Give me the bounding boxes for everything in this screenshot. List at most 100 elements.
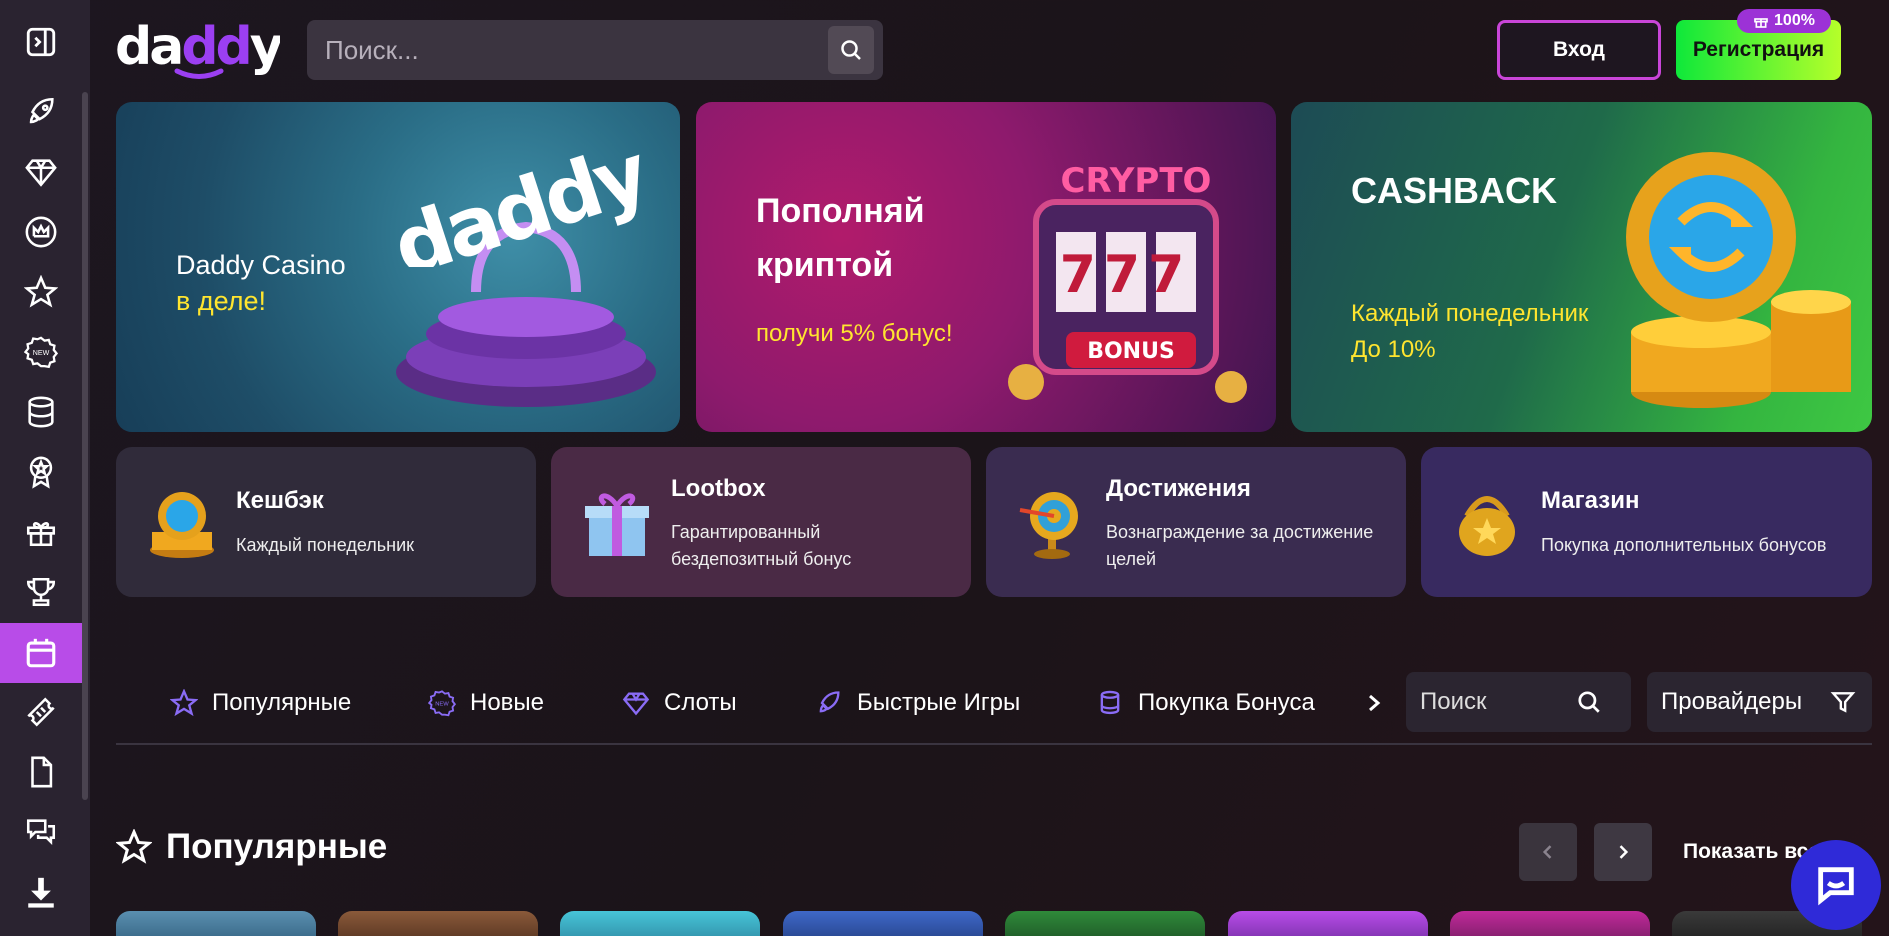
game-thumbnail[interactable] xyxy=(1005,911,1205,936)
tab-label: Покупка Бонуса xyxy=(1138,689,1315,716)
tab-fast-games[interactable]: Быстрые Игры xyxy=(815,683,1020,723)
star-icon xyxy=(170,689,198,717)
sidebar-item-database[interactable] xyxy=(0,384,82,440)
banner-2-title-line1: Пополняй xyxy=(756,192,925,230)
rocket-icon xyxy=(819,691,840,713)
promo-card-achievements[interactable]: Достижения Вознаграждение за достижение … xyxy=(986,447,1406,597)
providers-label: Провайдеры xyxy=(1661,688,1803,715)
promo-card-subtitle: Покупка дополнительных бонусов xyxy=(1541,535,1827,555)
gift-box-icon xyxy=(585,493,649,556)
tab-label: Слоты xyxy=(664,689,737,716)
sidebar-item-calendar[interactable] xyxy=(0,623,82,683)
game-thumbnail[interactable] xyxy=(116,911,316,936)
star-icon xyxy=(24,275,58,308)
banner-1-line1: Daddy Casino xyxy=(176,250,346,280)
search-button[interactable] xyxy=(828,26,874,74)
calendar-icon xyxy=(26,638,56,668)
sidebar-toggle-icon xyxy=(26,27,56,57)
tab-slots[interactable]: Слоты xyxy=(622,683,737,723)
tab-popular[interactable]: Популярные xyxy=(170,683,351,723)
top-hat-icon xyxy=(1100,690,1120,715)
banner-3-line1: Каждый понедельник xyxy=(1351,300,1589,327)
search-icon xyxy=(841,40,861,60)
promo-card-title: Достижения xyxy=(1106,475,1251,502)
shop-basket-icon xyxy=(1459,496,1515,556)
banner-1-line2: в деле! xyxy=(176,286,266,316)
filter-icon xyxy=(1830,692,1856,713)
sidebar-item-download[interactable] xyxy=(0,864,82,920)
carousel-next-button[interactable] xyxy=(1594,823,1652,881)
svg-text:CRYPTO: CRYPTO xyxy=(1061,161,1212,201)
login-button[interactable]: Вход xyxy=(1497,20,1661,80)
banner-daddy-casino[interactable]: daddy Daddy Casino в деле! xyxy=(116,102,680,432)
chevron-right-icon xyxy=(1619,845,1629,859)
promo-card-subtitle-line2: целей xyxy=(1106,549,1157,569)
live-chat-button[interactable] xyxy=(1791,840,1881,930)
promo-card-cashback[interactable]: Кешбэк Каждый понедельник xyxy=(116,447,536,597)
sidebar-scrollbar[interactable] xyxy=(82,92,88,800)
sidebar-item-achievements[interactable] xyxy=(0,444,82,500)
svg-text:NEW: NEW xyxy=(33,349,50,357)
tab-bonus-buy[interactable]: Покупка Бонуса xyxy=(1096,683,1315,723)
sidebar: NEW xyxy=(0,0,90,936)
banner-2-title: Пополняй криптой xyxy=(756,184,925,292)
banner-3-title: CASHBACK xyxy=(1351,170,1557,211)
promo-card-shop[interactable]: Магазин Покупка дополнительных бонусов xyxy=(1421,447,1872,597)
sidebar-toggle[interactable] xyxy=(0,14,82,70)
game-thumbnail[interactable] xyxy=(783,911,983,936)
providers-filter[interactable]: Провайдеры xyxy=(1647,672,1872,732)
sidebar-item-tournaments[interactable] xyxy=(0,564,82,620)
download-icon xyxy=(28,877,54,908)
crown-icon xyxy=(25,216,57,248)
register-badge-text: 100% xyxy=(1774,12,1815,29)
star-icon xyxy=(116,829,152,864)
database-icon xyxy=(28,396,54,428)
chat-icon xyxy=(26,819,56,845)
banner-crypto[interactable]: 777 BONUS CRYPTO Пополняй криптой получи… xyxy=(696,102,1276,432)
tab-label: Быстрые Игры xyxy=(857,689,1021,716)
sidebar-item-rules[interactable] xyxy=(0,744,82,800)
gift-icon xyxy=(26,522,56,547)
search-icon[interactable] xyxy=(1576,689,1602,715)
carousel-prev-button[interactable] xyxy=(1519,823,1577,881)
sidebar-item-bonuses[interactable] xyxy=(0,504,82,560)
tabs-divider xyxy=(116,743,1872,745)
banner-2-subtitle: получи 5% бонус! xyxy=(756,320,953,347)
new-badge-icon: NEW xyxy=(428,690,456,717)
svg-text:777: 777 xyxy=(1060,245,1193,305)
site-logo[interactable]: daddy xyxy=(115,16,286,82)
promo-card-lootbox[interactable]: Lootbox Гарантированный бездепозитный бо… xyxy=(551,447,971,597)
game-thumbnail[interactable] xyxy=(560,911,760,936)
award-icon xyxy=(29,456,53,489)
sidebar-item-popular[interactable] xyxy=(0,264,82,320)
sidebar-item-fast-games[interactable] xyxy=(0,84,82,140)
svg-text:daddy: daddy xyxy=(115,17,280,77)
game-search-input[interactable] xyxy=(1406,688,1576,716)
sidebar-item-lottery[interactable] xyxy=(0,684,82,740)
tab-label: Новые xyxy=(470,689,545,716)
sidebar-item-new[interactable]: NEW xyxy=(0,324,82,380)
gift-icon xyxy=(1754,18,1768,28)
game-thumbnail[interactable] xyxy=(338,911,538,936)
diamond-icon xyxy=(25,159,57,187)
game-thumbnail[interactable] xyxy=(1228,911,1428,936)
chat-bubble-icon xyxy=(1818,867,1854,906)
promo-card-title: Кешбэк xyxy=(236,487,324,514)
header-search xyxy=(307,20,883,80)
cashback-coins-icon xyxy=(150,492,214,558)
game-thumbnail[interactable] xyxy=(1450,911,1650,936)
promo-card-title: Магазин xyxy=(1541,487,1640,514)
document-icon xyxy=(31,756,53,788)
sidebar-item-slots[interactable] xyxy=(0,144,82,200)
game-search xyxy=(1406,672,1631,732)
sidebar-item-vip[interactable] xyxy=(0,204,82,260)
rocket-icon xyxy=(29,97,54,124)
slot-machine-illustration: 777 BONUS CRYPTO xyxy=(1008,161,1247,403)
search-input[interactable] xyxy=(307,34,807,66)
promo-card-subtitle: Каждый понедельник xyxy=(236,535,415,555)
target-icon xyxy=(1019,492,1078,559)
tab-new[interactable]: NEW Новые xyxy=(428,683,544,723)
tabs-scroll-right-icon[interactable] xyxy=(1363,688,1387,718)
banner-cashback[interactable]: CASHBACK Каждый понедельник До 10% xyxy=(1291,102,1872,432)
sidebar-item-support[interactable] xyxy=(0,804,82,860)
